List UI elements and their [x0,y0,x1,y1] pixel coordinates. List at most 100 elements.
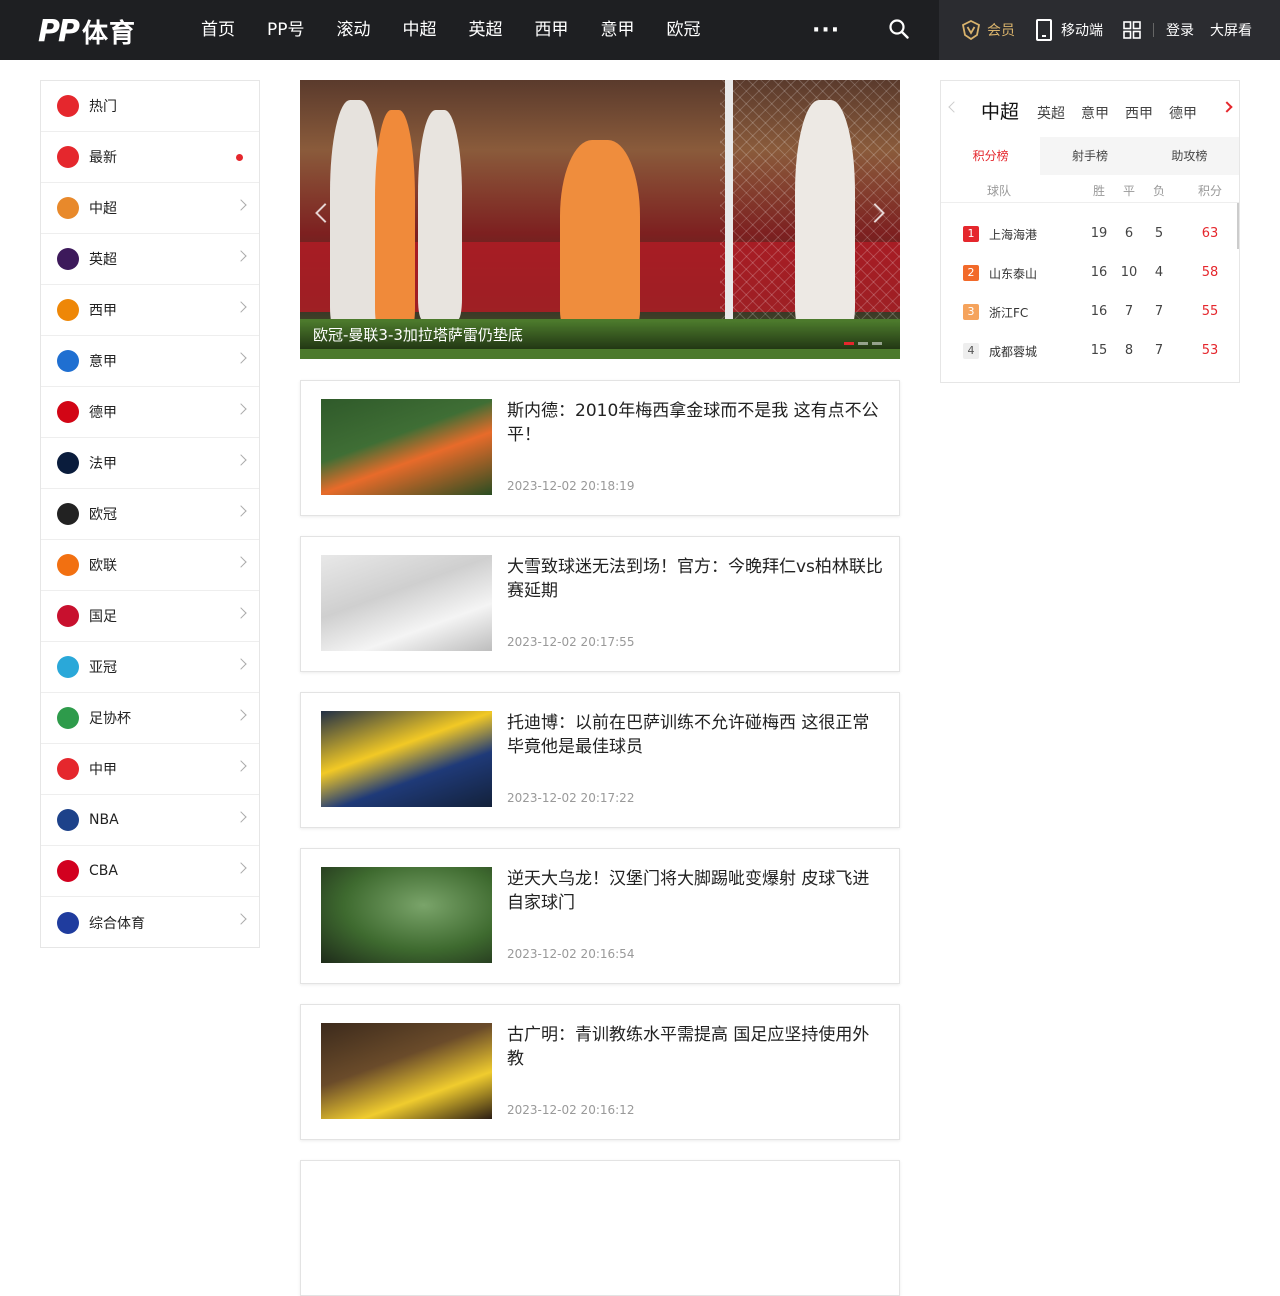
sidebar-item[interactable]: NBA [41,795,259,846]
sidebar-item[interactable]: 综合体育 [41,897,259,948]
nav-rolling[interactable]: 滚动 [321,0,387,60]
news-thumbnail[interactable] [321,867,492,963]
sidebar-item[interactable]: 最新 [41,132,259,183]
news-title[interactable]: 逆天大乌龙！汉堡门将大脚踢呲变爆射 皮球飞进自家球门 [507,867,883,915]
nav-laliga[interactable]: 西甲 [519,0,585,60]
standings-row[interactable]: 1 上海海港 19 6 5 63 [941,213,1239,252]
league-next-icon[interactable] [1221,101,1233,113]
grid-icon [1123,21,1141,39]
sidebar-item[interactable]: 西甲 [41,285,259,336]
nav-ucl[interactable]: 欧冠 [651,0,717,60]
league-tab-serie-a[interactable]: 意甲 [1073,103,1117,123]
news-card[interactable]: 斯内德：2010年梅西拿金球而不是我 这有点不公平！ 2023-12-02 20:… [300,380,900,516]
rank-badge: 3 [963,304,979,320]
draws-value: 7 [1124,304,1134,319]
league-tab-premier-league[interactable]: 英超 [1029,103,1073,123]
sidebar-item[interactable]: 热门 [41,81,259,132]
news-thumbnail[interactable] [321,1023,492,1119]
bundesliga-icon [57,401,79,423]
nav-premier-league[interactable]: 英超 [453,0,519,60]
news-title[interactable]: 斯内德：2010年梅西拿金球而不是我 这有点不公平！ [507,399,883,447]
login-button[interactable]: 登录 [1156,0,1204,60]
news-card[interactable]: 大雪致球迷无法到场！官方：今晚拜仁vs柏林联比赛延期 2023-12-02 20:… [300,536,900,672]
standings-widget: 中超 英超 意甲 西甲 德甲 积分榜 射手榜 助攻榜 球队 胜 平 负 积分 1… [940,80,1240,383]
news-thumbnail[interactable] [321,711,492,807]
league-tab-bundesliga[interactable]: 德甲 [1161,103,1205,123]
news-title[interactable]: 大雪致球迷无法到场！官方：今晚拜仁vs柏林联比赛延期 [507,555,883,603]
chevron-right-icon [235,811,247,823]
sidebar-item[interactable]: 足协杯 [41,693,259,744]
sidebar-item-label: 足协杯 [89,711,131,727]
sidebar-item[interactable]: 国足 [41,591,259,642]
news-title[interactable]: 托迪博：以前在巴萨训练不允许碰梅西 这很正常毕竟他是最佳球员 [507,711,883,759]
sidebar-item[interactable]: CBA [41,846,259,897]
nav-home[interactable]: 首页 [185,0,251,60]
sidebar-item-label: NBA [89,812,119,828]
vip-button[interactable]: 会员 [939,0,1025,60]
apps-grid-button[interactable] [1113,0,1151,60]
standings-row[interactable]: 2 山东泰山 16 10 4 58 [941,252,1239,291]
sidebar-item[interactable]: 欧联 [41,540,259,591]
nav-serie-a[interactable]: 意甲 [585,0,651,60]
hero-caption[interactable]: 欧冠-曼联3-3加拉塔萨雷仍垫底 [300,321,900,349]
logo-pp-mark: PP [38,13,80,49]
tab-scorers[interactable]: 射手榜 [1040,137,1139,175]
site-logo[interactable]: PP 体育 [38,13,136,49]
sidebar-item[interactable]: 德甲 [41,387,259,438]
news-card[interactable]: 托迪博：以前在巴萨训练不允许碰梅西 这很正常毕竟他是最佳球员 2023-12-02… [300,692,900,828]
news-card[interactable]: 古广明：青训教练水平需提高 国足应坚持使用外教 2023-12-02 20:16:… [300,1004,900,1140]
carousel-dot[interactable] [872,342,882,345]
new-indicator-dot [236,154,243,161]
nav-csl[interactable]: 中超 [387,0,453,60]
mobile-button[interactable]: 移动端 [1025,0,1113,60]
standings-header: 球队 胜 平 负 积分 [941,175,1239,203]
draws-value: 8 [1124,343,1134,358]
hero-carousel[interactable]: 欧冠-曼联3-3加拉塔萨雷仍垫底 [300,80,900,359]
sidebar-item[interactable]: 中甲 [41,744,259,795]
sidebar-item-label: 最新 [89,150,117,166]
news-thumbnail[interactable] [321,555,492,651]
league-prev-icon[interactable] [948,101,960,113]
sidebar-item[interactable]: 亚冠 [41,642,259,693]
sidebar-item-label: 欧冠 [89,507,117,523]
draws-value: 10 [1120,265,1138,280]
chevron-right-icon [235,250,247,262]
news-title[interactable]: 古广明：青训教练水平需提高 国足应坚持使用外教 [507,1023,883,1071]
sidebar-item[interactable]: 欧冠 [41,489,259,540]
sidebar-item[interactable]: 中超 [41,183,259,234]
team-name: 成都蓉城 [989,345,1038,359]
ligue1-icon [57,452,79,474]
bigscreen-button[interactable]: 大屏看 [1204,0,1252,60]
more-icon[interactable]: ··· [812,18,840,43]
col-draws: 平 [1122,184,1135,198]
premier-league-icon [57,248,79,270]
sidebar-item[interactable]: 法甲 [41,438,259,489]
news-card[interactable] [300,1160,900,1296]
tab-assists[interactable]: 助攻榜 [1140,137,1239,175]
main-nav: 首页 PP号 滚动 中超 英超 西甲 意甲 欧冠 [185,0,717,60]
standings-row[interactable]: 3 浙江FC 16 7 7 55 [941,291,1239,330]
tab-points-table[interactable]: 积分榜 [941,137,1041,175]
ucl-icon [57,503,79,525]
sidebar-item[interactable]: 意甲 [41,336,259,387]
chevron-right-icon [235,352,247,364]
sports-icon [57,911,79,934]
carousel-dot[interactable] [858,342,868,345]
news-thumbnail[interactable] [321,399,492,495]
sidebar-item-label: 欧联 [89,558,117,574]
team-name: 山东泰山 [989,267,1038,281]
carousel-dot[interactable] [844,342,854,345]
sidebar-item-label: 亚冠 [89,660,117,676]
nav-pp-account[interactable]: PP号 [251,0,321,60]
chevron-right-icon [235,709,247,721]
sidebar-item[interactable]: 英超 [41,234,259,285]
news-card[interactable]: 逆天大乌龙！汉堡门将大脚踢呲变爆射 皮球飞进自家球门 2023-12-02 20:… [300,848,900,984]
wins-value: 16 [1090,265,1108,280]
standings-row[interactable]: 4 成都蓉城 15 8 7 53 [941,330,1239,369]
user-area: 会员 移动端 登录 大屏看 [939,0,1280,60]
news-timestamp: 2023-12-02 20:18:19 [507,479,635,493]
fa-cup-icon [57,707,79,729]
league-tab-csl[interactable]: 中超 [975,97,1029,124]
search-icon[interactable] [889,19,909,39]
league-tab-laliga[interactable]: 西甲 [1117,103,1161,123]
